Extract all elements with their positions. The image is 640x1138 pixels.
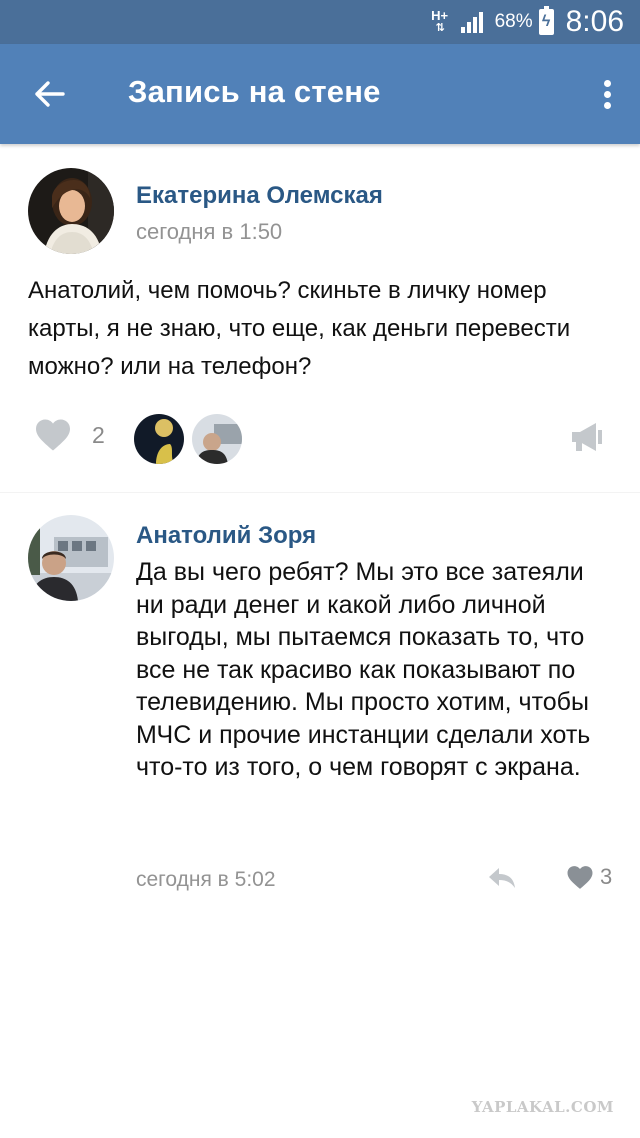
post-like-count: 2 bbox=[92, 421, 105, 448]
comment-author-name[interactable]: Анатолий Зоря bbox=[136, 522, 316, 550]
post-author-avatar[interactable] bbox=[28, 168, 114, 254]
megaphone-icon bbox=[572, 423, 602, 451]
comment-like-count: 3 bbox=[600, 864, 613, 889]
network-type-label: H+ bbox=[431, 8, 449, 23]
clock: 8:06 bbox=[565, 5, 624, 38]
liker-avatar[interactable] bbox=[192, 414, 242, 464]
comment-author-avatar[interactable] bbox=[28, 515, 114, 601]
comment-text: Да вы чего ребят? Мы это все затеяли ни … bbox=[136, 558, 591, 781]
screen: H+ ⇅ 68% ϟ 8:06 Запись на стене Екатерин… bbox=[0, 0, 640, 1138]
signal-icon bbox=[460, 11, 485, 33]
data-arrows-icon: ⇅ bbox=[435, 22, 444, 34]
reply-icon bbox=[489, 868, 515, 888]
divider bbox=[0, 492, 640, 493]
arrow-left-icon bbox=[35, 81, 65, 107]
battery-charging-icon: ϟ bbox=[538, 6, 554, 35]
app-bar: Запись на стене bbox=[0, 44, 640, 144]
page-title: Запись на стене bbox=[128, 74, 381, 109]
comment-timestamp: сегодня в 5:02 bbox=[136, 868, 276, 891]
status-bar: H+ ⇅ 68% ϟ 8:06 bbox=[0, 0, 640, 44]
share-button[interactable] bbox=[570, 420, 604, 454]
network-type-icon: H+ ⇅ bbox=[429, 8, 451, 34]
post-like-button[interactable]: 2 bbox=[34, 418, 105, 452]
status-indicators: H+ ⇅ 68% ϟ 8:06 bbox=[429, 0, 624, 44]
heart-icon bbox=[567, 865, 593, 889]
post-text: Анатолий, чем помочь? скиньте в личку но… bbox=[28, 277, 571, 380]
liker-avatar[interactable] bbox=[134, 414, 184, 464]
post-author-name[interactable]: Екатерина Олемская bbox=[136, 182, 383, 210]
comment-like-button[interactable]: 3 bbox=[566, 864, 612, 890]
back-button[interactable] bbox=[22, 70, 78, 118]
reply-button[interactable] bbox=[486, 864, 518, 892]
more-options-button[interactable] bbox=[594, 74, 620, 114]
post-timestamp: сегодня в 1:50 bbox=[136, 219, 283, 244]
watermark: YAPLAKAL.COM bbox=[471, 1098, 614, 1116]
more-vertical-icon bbox=[603, 79, 611, 87]
battery-percent: 68% bbox=[494, 11, 533, 32]
heart-icon bbox=[36, 419, 70, 451]
